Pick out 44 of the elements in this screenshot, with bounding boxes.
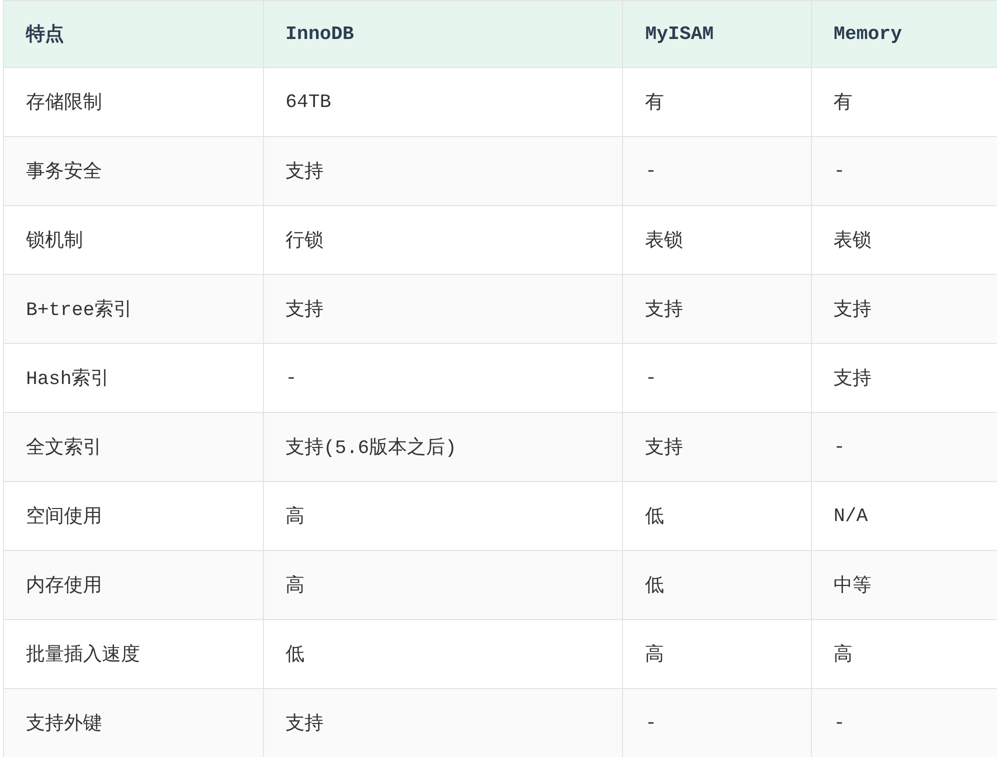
- table-cell: 支持: [263, 688, 623, 757]
- table-cell: 支持外键: [4, 688, 264, 757]
- table-cell: 支持: [622, 412, 812, 482]
- table-cell: 全文索引: [4, 412, 264, 482]
- table-cell: 中等: [811, 550, 997, 620]
- table-cell: 64TB: [263, 68, 623, 136]
- table-cell: 存储限制: [4, 68, 264, 136]
- table-cell: -: [622, 344, 812, 412]
- table-cell: 支持: [263, 274, 623, 344]
- table-cell: 高: [811, 620, 997, 688]
- table-cell: -: [263, 344, 623, 412]
- table-cell: 支持: [811, 344, 997, 412]
- table-cell: 高: [263, 482, 623, 550]
- table-cell: 支持: [622, 274, 812, 344]
- table-cell: 表锁: [811, 206, 997, 274]
- column-header: 特点: [4, 0, 264, 68]
- table-cell: 有: [622, 68, 812, 136]
- table-cell: 高: [263, 550, 623, 620]
- column-header: MyISAM: [622, 0, 812, 68]
- table-cell: B+tree索引: [4, 274, 264, 344]
- table-cell: 有: [811, 68, 997, 136]
- table-cell: 支持(5.6版本之后): [263, 412, 623, 482]
- table-cell: 低: [622, 550, 812, 620]
- column-header: Memory: [811, 0, 997, 68]
- table-cell: -: [622, 136, 812, 206]
- column-header: InnoDB: [263, 0, 623, 68]
- table-cell: -: [811, 412, 997, 482]
- table-cell: -: [622, 688, 812, 757]
- table-cell: 支持: [263, 136, 623, 206]
- table-cell: 低: [263, 620, 623, 688]
- table-cell: 锁机制: [4, 206, 264, 274]
- table-cell: 批量插入速度: [4, 620, 264, 688]
- table-cell: 高: [622, 620, 812, 688]
- table-cell: -: [811, 688, 997, 757]
- table-cell: 事务安全: [4, 136, 264, 206]
- table-cell: Hash索引: [4, 344, 264, 412]
- table-cell: 低: [622, 482, 812, 550]
- table-cell: 内存使用: [4, 550, 264, 620]
- table-cell: 表锁: [622, 206, 812, 274]
- table-cell: N/A: [811, 482, 997, 550]
- table-cell: -: [811, 136, 997, 206]
- table-cell: 行锁: [263, 206, 623, 274]
- table-cell: 空间使用: [4, 482, 264, 550]
- table-cell: 支持: [811, 274, 997, 344]
